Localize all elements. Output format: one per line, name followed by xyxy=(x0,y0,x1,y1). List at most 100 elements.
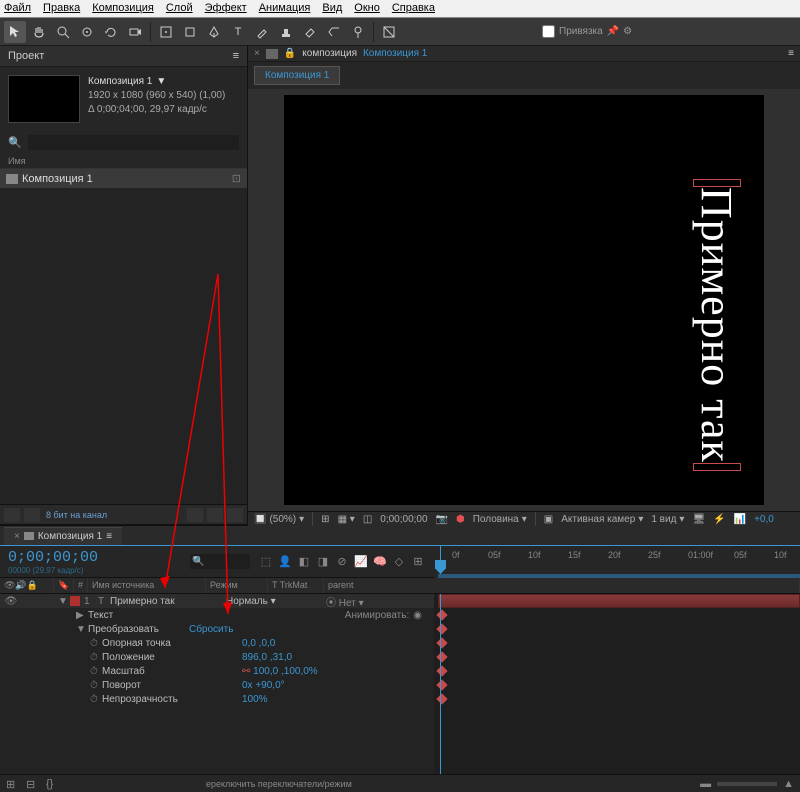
flowchart-icon[interactable]: ⊡ xyxy=(232,172,241,185)
channel-icon[interactable]: ⬢ xyxy=(456,514,465,525)
lock-icon[interactable]: 🔒 xyxy=(284,48,296,59)
camera-dropdown[interactable]: Активная камер ▾ xyxy=(561,514,643,525)
selection-tool[interactable] xyxy=(4,21,26,43)
bit-depth-label[interactable]: 8 бит на канал xyxy=(46,510,107,520)
composition-thumbnail[interactable] xyxy=(8,75,80,123)
magnification-dropdown[interactable]: 🔲 (50%) ▾ xyxy=(254,514,304,525)
graph-editor-icon[interactable]: 📈 xyxy=(353,554,369,570)
keyframe-icon[interactable] xyxy=(436,679,447,690)
frame-blend-icon[interactable]: ◨ xyxy=(315,554,331,570)
layer-name[interactable]: Примерно так xyxy=(110,596,226,607)
twirl-icon[interactable]: ▼ xyxy=(58,596,70,607)
menu-effect[interactable]: Эффект xyxy=(205,2,247,15)
time-ruler[interactable]: 0f 05f 10f 15f 20f 25f 01:00f 05f 10f xyxy=(434,546,800,578)
animate-add-icon[interactable]: ◉ xyxy=(413,610,422,621)
keyframe-icon[interactable] xyxy=(436,651,447,662)
viewer-breadcrumb[interactable]: Композиция 1 xyxy=(363,48,427,59)
bit-depth-button[interactable] xyxy=(24,508,40,522)
menu-file[interactable]: Файл xyxy=(4,2,31,15)
snap-options-icon[interactable]: ⚙ xyxy=(623,26,632,37)
menu-view[interactable]: Вид xyxy=(322,2,342,15)
keyframe-icon[interactable] xyxy=(436,693,447,704)
current-time[interactable]: 0;00;00;00 xyxy=(380,514,427,525)
menu-window[interactable]: Окно xyxy=(354,2,380,15)
menu-layer[interactable]: Слой xyxy=(166,2,193,15)
scale-row[interactable]: ⏱ Масштаб ⚯ 100,0 ,100,0% xyxy=(0,664,434,678)
interpret-footage-button[interactable] xyxy=(4,508,20,522)
project-search-input[interactable] xyxy=(28,135,239,150)
rotation-row[interactable]: ⏱ Поворот 0x +90,0° xyxy=(0,678,434,692)
stopwatch-icon[interactable]: ⏱ xyxy=(90,666,102,677)
switches-icon[interactable]: ⊞ xyxy=(410,554,426,570)
toggle-switches-label[interactable]: ереключить переключатели/режим xyxy=(206,779,352,789)
project-item-row[interactable]: Композиция 1 ⊡ xyxy=(0,169,247,188)
text-layer-preview[interactable]: Примерно так xyxy=(691,187,742,463)
rotation-value[interactable]: 0x +90,0° xyxy=(242,680,285,691)
toggle-braces-button[interactable]: {} xyxy=(46,778,60,790)
pixel-aspect-icon[interactable]: 🖥 xyxy=(692,514,705,525)
visibility-toggle[interactable]: 👁 xyxy=(4,596,18,607)
parent-column[interactable]: parent xyxy=(324,578,800,593)
exposure-value[interactable]: +0,0 xyxy=(754,514,774,525)
mask-toggle-icon[interactable]: ◫ xyxy=(363,514,372,525)
position-value[interactable]: 896,0 ,31,0 xyxy=(242,652,292,663)
twirl-icon[interactable]: ▶ xyxy=(76,610,88,621)
layer-color-label[interactable] xyxy=(70,596,80,606)
keyframe-icon[interactable] xyxy=(436,623,447,634)
new-comp-button[interactable] xyxy=(207,508,223,522)
roto-tool[interactable] xyxy=(323,21,345,43)
anchor-point-row[interactable]: ⏱ Опорная точка 0,0 ,0,0 xyxy=(0,636,434,650)
project-tab[interactable]: Проект xyxy=(8,50,44,62)
layer-row[interactable]: 👁 ▼ 1 T Примерно так Нормаль ▾ ⦿ Нет ▾ xyxy=(0,594,434,608)
shy-icon[interactable]: 👤 xyxy=(277,554,293,570)
toggle-in-out-button[interactable]: ⊟ xyxy=(26,778,40,790)
fast-preview-icon[interactable]: ⚡ xyxy=(713,514,725,525)
composition-name[interactable]: Композиция 1 xyxy=(88,75,152,89)
composition-canvas[interactable]: Примерно так xyxy=(284,95,764,505)
keyframe-icon[interactable] xyxy=(436,637,447,648)
timeline-search-input[interactable] xyxy=(190,554,250,569)
stopwatch-icon[interactable]: ⏱ xyxy=(90,694,102,705)
keyframe-icon[interactable] xyxy=(436,665,447,676)
pin-tool[interactable] xyxy=(347,21,369,43)
transform-group-row[interactable]: ▼ Преобразовать Сбросить xyxy=(0,622,434,636)
opacity-row[interactable]: ⏱ Непрозрачность 100% xyxy=(0,692,434,706)
work-area-bar[interactable] xyxy=(438,574,800,578)
num-column[interactable]: # xyxy=(74,578,88,593)
panel-menu-icon[interactable]: ≡ xyxy=(233,50,239,62)
position-row[interactable]: ⏱ Положение 896,0 ,31,0 xyxy=(0,650,434,664)
pen-tool[interactable] xyxy=(203,21,225,43)
orbit-tool[interactable] xyxy=(76,21,98,43)
viewer-close-icon[interactable]: × xyxy=(254,48,260,59)
motion-blur-icon[interactable]: ⊘ xyxy=(334,554,350,570)
snapshot-icon[interactable]: 📷 xyxy=(436,514,448,525)
zoom-in-icon[interactable]: ▲ xyxy=(783,778,794,790)
name-column-header[interactable]: Имя xyxy=(0,154,247,169)
keyframe-icon[interactable] xyxy=(436,609,447,620)
menu-animation[interactable]: Анимация xyxy=(259,2,311,15)
twirl-icon[interactable]: ▼ xyxy=(76,624,88,635)
snap-checkbox[interactable] xyxy=(542,25,555,38)
dropdown-icon[interactable]: ▼ xyxy=(156,75,166,89)
new-folder-button[interactable] xyxy=(187,508,203,522)
stopwatch-icon[interactable]: ⏱ xyxy=(90,680,102,691)
current-timecode[interactable]: 0;00;00;00 xyxy=(8,549,98,566)
shape-tool[interactable] xyxy=(179,21,201,43)
scale-value[interactable]: ⚯ 100,0 ,100,0% xyxy=(242,666,318,677)
stopwatch-icon[interactable]: ⏱ xyxy=(90,638,102,649)
timeline-icon[interactable]: 📊 xyxy=(734,514,746,525)
menu-edit[interactable]: Правка xyxy=(43,2,80,15)
animate-menu[interactable]: Анимировать: xyxy=(345,610,409,621)
anchor-value[interactable]: 0,0 ,0,0 xyxy=(242,638,275,649)
grid-icon[interactable]: ▦ ▾ xyxy=(338,514,355,525)
anchor-tool[interactable] xyxy=(155,21,177,43)
mask-mode-icon[interactable] xyxy=(378,21,400,43)
snap-pin-icon[interactable]: 📌 xyxy=(607,26,619,37)
timeline-tab[interactable]: × Композиция 1 ≡ xyxy=(4,527,122,545)
composition-tab[interactable]: Композиция 1 xyxy=(254,66,340,85)
menu-help[interactable]: Справка xyxy=(392,2,435,15)
zoom-tool[interactable] xyxy=(52,21,74,43)
auto-keyframe-icon[interactable]: ◇ xyxy=(391,554,407,570)
zoom-slider[interactable] xyxy=(717,782,777,786)
opacity-value[interactable]: 100% xyxy=(242,694,268,705)
